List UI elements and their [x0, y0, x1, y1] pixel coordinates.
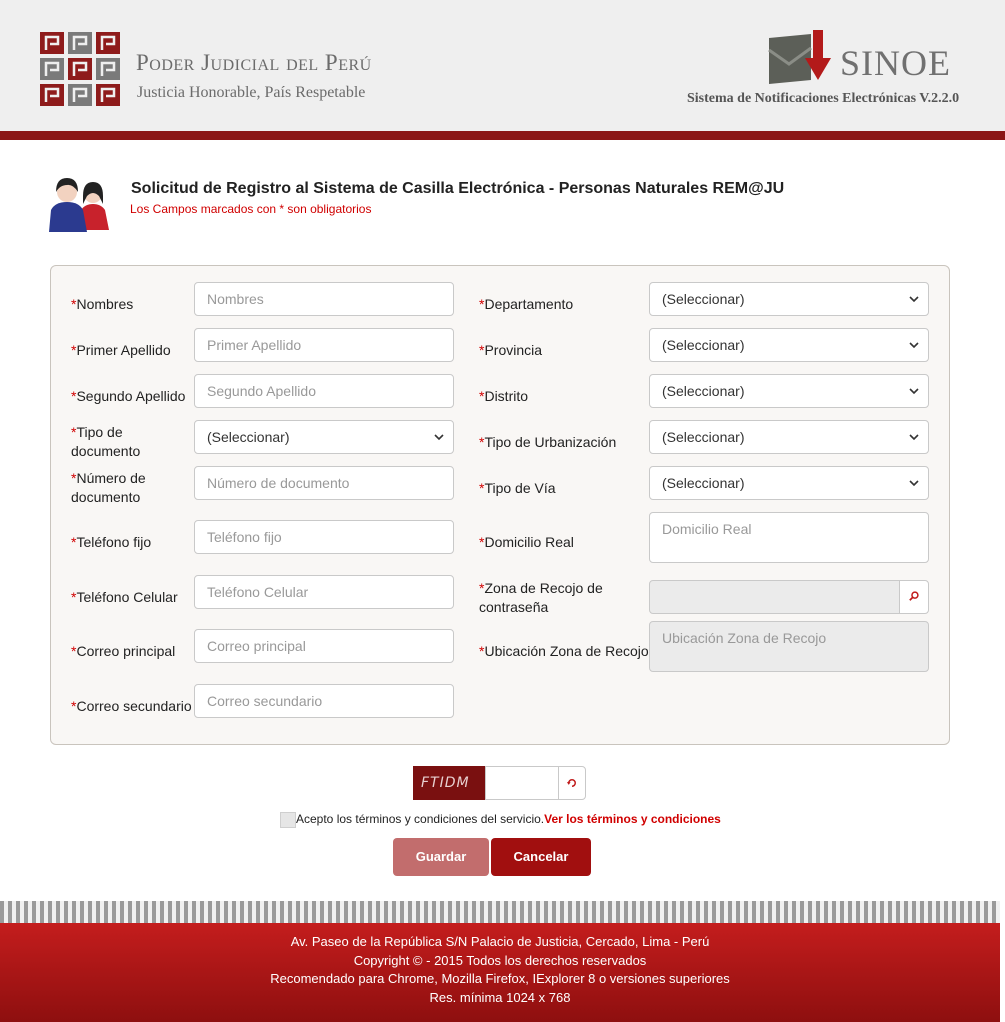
provincia-select[interactable]: (Seleccionar) [649, 328, 929, 362]
label-tipo-documento: *Tipo de documento [71, 424, 141, 459]
terms-checkbox[interactable] [280, 812, 296, 828]
footer-pattern [0, 901, 1000, 923]
page-title: Solicitud de Registro al Sistema de Casi… [131, 180, 785, 197]
sinoe-mail-icon [768, 30, 831, 84]
chevron-down-icon [909, 434, 919, 441]
users-icon [49, 178, 109, 232]
tipo-documento-value: (Seleccionar) [207, 429, 290, 445]
correo-secundario-input[interactable]: Correo secundario [194, 684, 454, 718]
refresh-icon [566, 779, 576, 787]
label-segundo-apellido: *Segundo Apellido [71, 388, 186, 404]
label-tipo-via: *Tipo de Vía [479, 480, 556, 496]
tipo-documento-select[interactable]: (Seleccionar) [194, 420, 454, 454]
search-icon [909, 591, 919, 601]
header-divider [0, 131, 1005, 140]
terms-label: Acepto los términos y condiciones del se… [296, 812, 545, 826]
footer-resolution: Res. mínima 1024 x 768 [429, 989, 571, 1005]
tipo-urbanizacion-value: (Seleccionar) [662, 429, 745, 445]
departamento-value: (Seleccionar) [662, 291, 745, 307]
pj-logo-icon [40, 32, 120, 106]
header: Poder Judicial del Perú Justicia Honorab… [0, 0, 1005, 132]
label-telefono-celular: *Teléfono Celular [71, 589, 178, 605]
captcha-input[interactable] [485, 766, 559, 800]
label-nombres: *Nombres [71, 296, 134, 312]
institution-name: Poder Judicial del Perú [136, 50, 372, 75]
tipo-via-select[interactable]: (Seleccionar) [649, 466, 929, 500]
distrito-select[interactable]: (Seleccionar) [649, 374, 929, 408]
chevron-down-icon [909, 342, 919, 349]
footer-browsers: Recomendado para Chrome, Mozilla Firefox… [270, 971, 730, 986]
label-numero-documento: *Número de documento [71, 470, 146, 505]
label-provincia: *Provincia [479, 342, 543, 358]
chevron-down-icon [909, 388, 919, 395]
primer-apellido-input[interactable]: Primer Apellido [194, 328, 454, 362]
required-note: Los Campos marcados con * son obligatori… [130, 202, 372, 216]
tipo-via-value: (Seleccionar) [662, 475, 745, 491]
label-telefono-fijo: *Teléfono fijo [71, 534, 152, 550]
chevron-down-icon [909, 480, 919, 487]
tipo-urbanizacion-select[interactable]: (Seleccionar) [649, 420, 929, 454]
chevron-down-icon [909, 296, 919, 303]
label-domicilio-real: *Domicilio Real [479, 534, 574, 550]
captcha-refresh-button[interactable] [558, 766, 586, 800]
label-primer-apellido: *Primer Apellido [71, 342, 171, 358]
label-ubicacion-zona: *Ubicación Zona de Recojo [479, 643, 649, 659]
segundo-apellido-input[interactable]: Segundo Apellido [194, 374, 454, 408]
domicilio-real-textarea[interactable]: Domicilio Real [649, 512, 929, 563]
ubicacion-zona-textarea[interactable]: Ubicación Zona de Recojo [649, 621, 929, 672]
label-distrito: *Distrito [479, 388, 529, 404]
label-correo-principal: *Correo principal [71, 643, 176, 659]
captcha-image: FTIDM [413, 766, 485, 800]
label-tipo-urbanizacion: *Tipo de Urbanización [479, 434, 617, 450]
chevron-down-icon [434, 434, 444, 441]
system-name: SINOE [840, 43, 951, 83]
numero-documento-input[interactable]: Número de documento [194, 466, 454, 500]
telefono-fijo-input[interactable]: Teléfono fijo [194, 520, 454, 554]
label-correo-secundario: *Correo secundario [71, 698, 192, 714]
zona-recojo-search-button[interactable] [899, 580, 929, 614]
nombres-input[interactable]: Nombres [194, 282, 454, 316]
footer-address: Av. Paseo de la República S/N Palacio de… [290, 934, 710, 949]
label-departamento: *Departamento [479, 296, 574, 312]
footer-copyright: Copyright © - 2015 Todos los derechos re… [353, 952, 647, 968]
system-subtitle: Sistema de Notificaciones Electrónicas V… [687, 91, 960, 106]
terms-link[interactable]: Ver los términos y condiciones [544, 812, 721, 826]
correo-principal-input[interactable]: Correo principal [194, 629, 454, 663]
save-button[interactable]: Guardar [393, 838, 489, 876]
provincia-value: (Seleccionar) [662, 337, 745, 353]
distrito-value: (Seleccionar) [662, 383, 745, 399]
label-zona-recojo: *Zona de Recojo de contraseña [479, 580, 603, 615]
footer: Av. Paseo de la República S/N Palacio de… [0, 923, 1000, 1022]
institution-motto: Justicia Honorable, País Respetable [137, 84, 366, 101]
terms-text: Acepto los términos y condiciones del se… [296, 812, 721, 826]
departamento-select[interactable]: (Seleccionar) [649, 282, 929, 316]
zona-recojo-input[interactable] [649, 580, 900, 614]
cancel-button[interactable]: Cancelar [491, 838, 591, 876]
telefono-celular-input[interactable]: Teléfono Celular [194, 575, 454, 609]
